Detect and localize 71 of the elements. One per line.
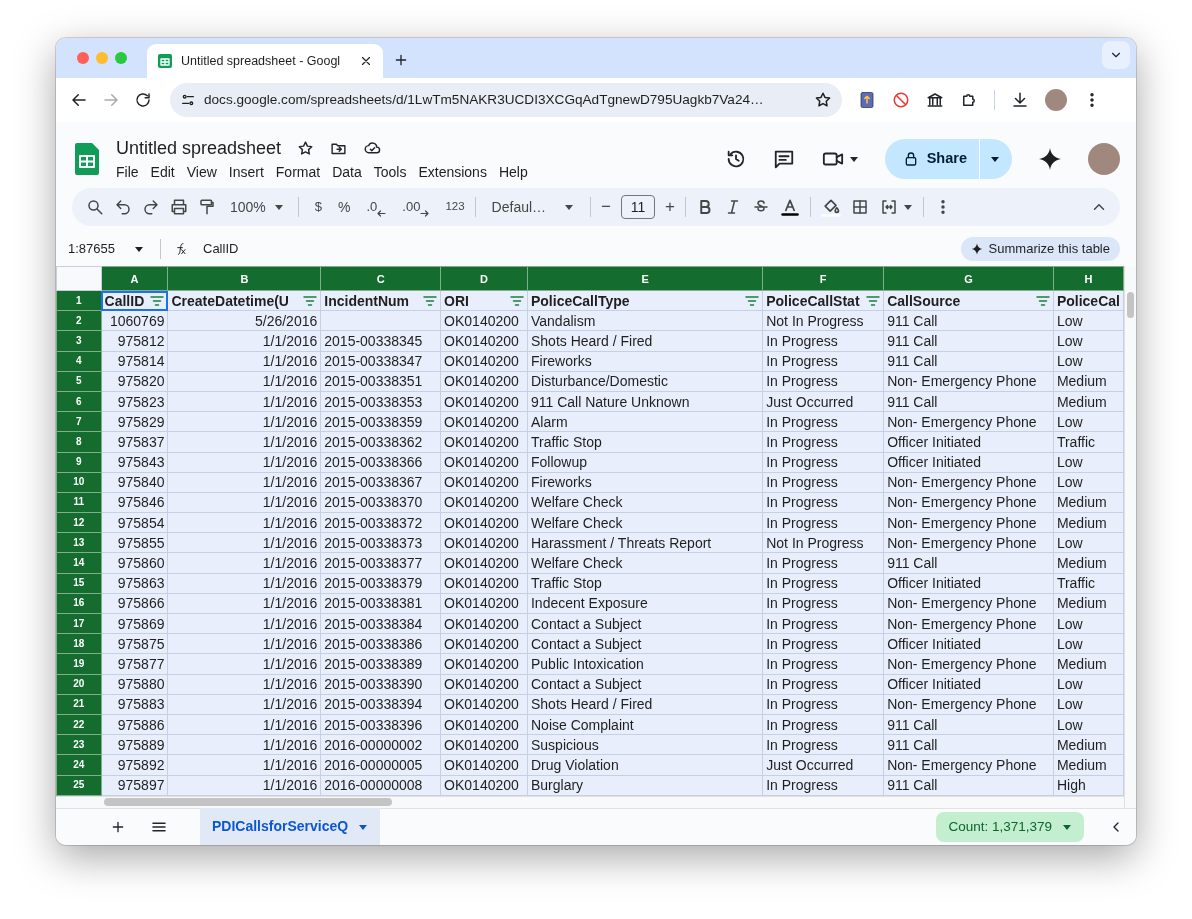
row-header[interactable]: 13	[56, 532, 102, 553]
tab-title: Untitled spreadsheet - Googl	[181, 52, 342, 70]
percent-format-button[interactable]: %	[338, 196, 351, 218]
increase-font-size-button[interactable]: +	[665, 194, 675, 220]
row-header[interactable]: 19	[56, 653, 102, 675]
row-header[interactable]: 8	[56, 431, 102, 452]
decrease-font-size-button[interactable]: −	[601, 194, 611, 220]
row-header[interactable]: 3	[56, 330, 102, 352]
row-header[interactable]: 1	[56, 290, 102, 311]
column-title: PoliceCallStat	[766, 291, 860, 310]
url-text: docs.google.com/spreadsheets/d/1LwTm5NAKR3UCDI3XCGqAdTgnewD795Uagkb7Va24…	[204, 90, 765, 109]
column-title: CreateDatetime(U	[171, 291, 289, 310]
row-header[interactable]: 10	[56, 472, 102, 493]
row-header[interactable]: 17	[56, 613, 102, 634]
row-header[interactable]: 6	[56, 391, 102, 412]
menu-item[interactable]: Insert	[222, 162, 270, 183]
column-title: ORI	[444, 291, 469, 310]
font-dropdown[interactable]: Defaul…	[491, 196, 575, 218]
row-header[interactable]: 2	[56, 310, 102, 331]
zoom-dropdown[interactable]: 100%	[230, 196, 284, 218]
column-header[interactable]: A	[101, 266, 168, 291]
currency-format-button[interactable]: $	[314, 197, 323, 217]
column-title: IncidentNum	[324, 291, 410, 310]
row-header[interactable]: 11	[56, 492, 102, 513]
column-header[interactable]: G	[883, 266, 1054, 291]
sheet-tab[interactable]: PDICallsforServiceQ	[200, 808, 381, 845]
column-header[interactable]: F	[762, 266, 884, 291]
row-header[interactable]: 20	[56, 674, 102, 695]
row-header[interactable]: 23	[56, 734, 102, 755]
document-title[interactable]: Untitled spreadsheet	[116, 135, 282, 162]
browser-tab[interactable]: Untitled spreadsheet - Googl	[147, 44, 383, 78]
row-header[interactable]: 16	[56, 593, 102, 614]
row-header[interactable]: 14	[56, 552, 102, 574]
column-title: PoliceCallType	[531, 291, 630, 310]
row-header[interactable]: 18	[56, 633, 102, 654]
share-button[interactable]: Share	[884, 139, 1012, 179]
column-header[interactable]: B	[168, 266, 321, 291]
summarize-button[interactable]: Summarize this table	[960, 237, 1120, 261]
row-header[interactable]: 25	[56, 775, 102, 796]
row-header[interactable]: 5	[56, 371, 102, 392]
menu-item[interactable]: Help	[492, 162, 534, 183]
formula-input[interactable]: CallID	[203, 239, 961, 259]
column-title: CallSource	[887, 291, 961, 310]
column-title: PoliceCal	[1056, 291, 1120, 310]
column-header[interactable]: C	[320, 266, 441, 291]
row-header[interactable]: 4	[56, 351, 102, 372]
column-header[interactable]: H	[1053, 266, 1124, 291]
row-header[interactable]: 15	[56, 573, 102, 594]
increase-decimal-button[interactable]: .00	[402, 197, 430, 217]
column-header[interactable]: E	[527, 266, 763, 291]
menu-item[interactable]: Format	[269, 162, 327, 183]
column-header[interactable]: D	[440, 266, 528, 291]
row-header[interactable]: 24	[56, 754, 102, 775]
count-summary[interactable]: Count: 1,371,379	[936, 811, 1084, 842]
row-header[interactable]: 7	[56, 411, 102, 432]
row-header[interactable]: 9	[56, 452, 102, 473]
menu-item[interactable]: Edit	[144, 162, 181, 183]
menu-item[interactable]: View	[180, 162, 223, 183]
menu-item[interactable]: Data	[326, 162, 368, 183]
menu-item[interactable]: File	[110, 162, 145, 183]
address-bar[interactable]: docs.google.com/spreadsheets/d/1LwTm5NAKR3UCDI3XCGqAdTgnewD795Uagkb7Va24…	[170, 83, 842, 117]
menu-item[interactable]: Tools	[367, 162, 413, 183]
font-size-field[interactable]: 11	[621, 195, 655, 219]
row-header[interactable]: 21	[56, 694, 102, 715]
row-header[interactable]: 22	[56, 714, 102, 735]
menu-item[interactable]: Extensions	[412, 162, 493, 183]
column-title: CallID	[104, 291, 145, 310]
decrease-decimal-button[interactable]: .0	[366, 197, 387, 217]
name-box[interactable]: 1:87655	[68, 239, 148, 259]
number-format-button[interactable]: 123	[445, 198, 465, 216]
row-header[interactable]: 12	[56, 512, 102, 533]
